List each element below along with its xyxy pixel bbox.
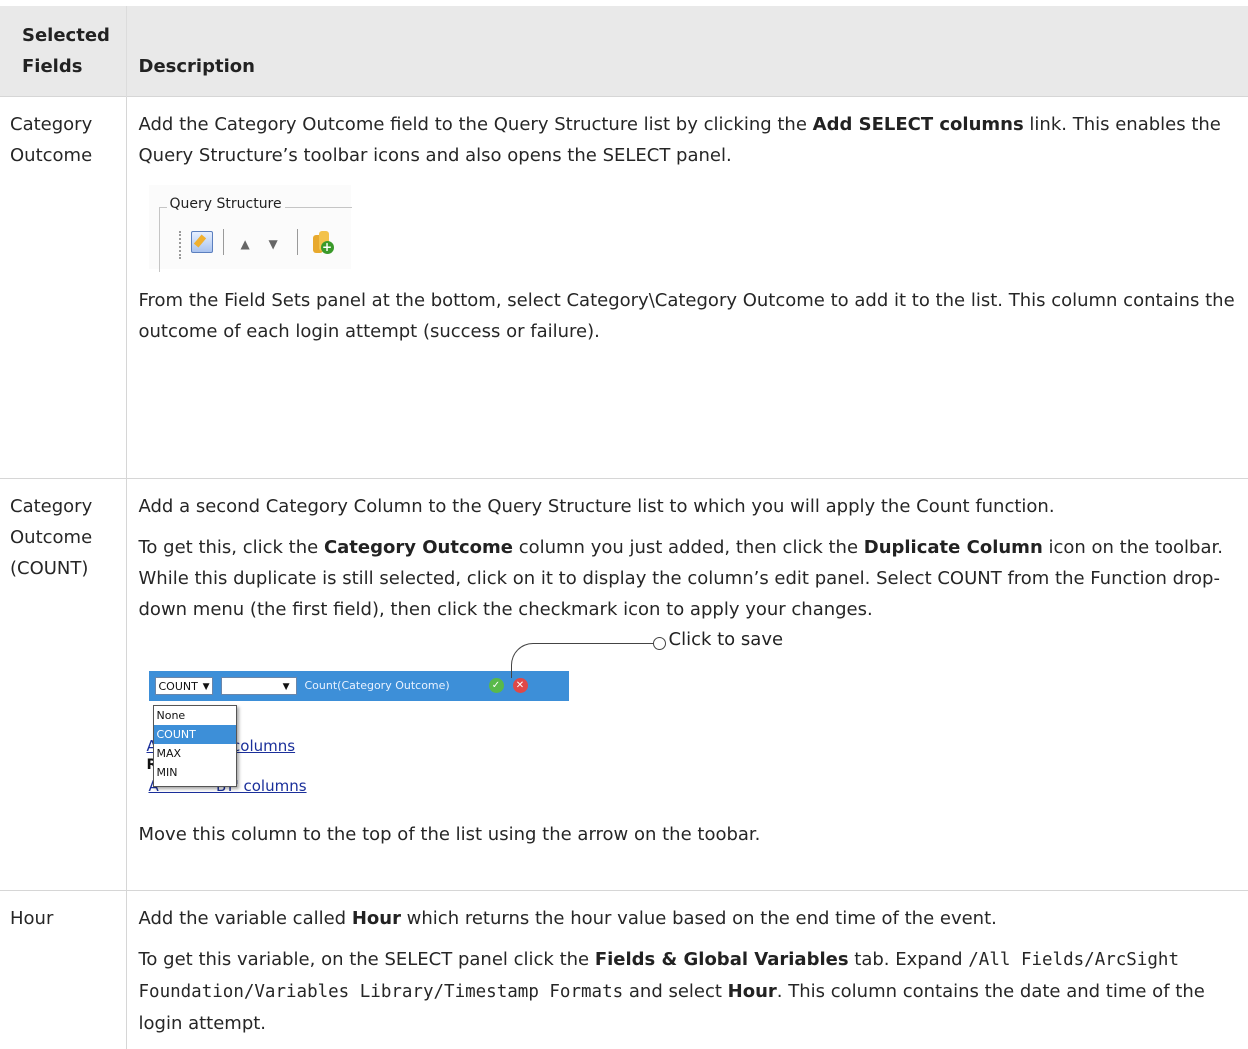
function-combo: COUNT▼ — [155, 677, 213, 695]
move-down-icon: ▼ — [269, 237, 278, 251]
move-up-icon: ▲ — [241, 237, 250, 251]
header-description: Description — [126, 6, 1248, 97]
text-span: and select — [623, 981, 728, 1002]
table-header-row: Selected Fields Description — [0, 6, 1248, 97]
count-function-screenshot: COUNT▼ ▼ Count(Category Outcome) ✓ ✕ tco… — [139, 635, 1247, 811]
toolbar-grip — [179, 231, 181, 259]
text-span: To get this variable, on the SELECT pane… — [139, 949, 595, 970]
text-span: which returns the hour value based on th… — [401, 908, 997, 929]
bold-term: Hour — [728, 981, 777, 1002]
description-paragraph: Add the Category Outcome field to the Qu… — [139, 109, 1247, 171]
field-name: Category Outcome — [0, 97, 126, 479]
description-cell: Add the variable called Hour which retur… — [126, 891, 1248, 1049]
bold-term: Fields & Global Variables — [595, 949, 849, 970]
query-structure-screenshot: Query Structure ▲ ▼ + — [149, 185, 351, 269]
description-paragraph: To get this variable, on the SELECT pane… — [139, 944, 1247, 1039]
cancel-icon: ✕ — [513, 678, 528, 693]
description-cell: Add the Category Outcome field to the Qu… — [126, 97, 1248, 479]
field-name: Hour — [0, 891, 126, 1049]
function-dropdown: None COUNT MAX MIN — [153, 705, 237, 787]
table-row: Hour Add the variable called Hour which … — [0, 891, 1248, 1049]
edit-icon — [191, 231, 213, 253]
description-cell: Add a second Category Column to the Quer… — [126, 479, 1248, 891]
bold-term: Duplicate Column — [864, 537, 1043, 558]
table-row: Category Outcome Add the Category Outcom… — [0, 97, 1248, 479]
text-span: tab. Expand — [849, 949, 969, 970]
text-span: To get this, click the — [139, 537, 324, 558]
dropdown-option: MIN — [154, 763, 236, 782]
header-selected-fields: Selected Fields — [0, 6, 126, 97]
duplicate-column-icon: + — [311, 229, 333, 255]
dropdown-option: MAX — [154, 744, 236, 763]
callout-label: Click to save — [669, 629, 784, 650]
bold-term: Hour — [352, 908, 401, 929]
description-paragraph: Add the variable called Hour which retur… — [139, 903, 1247, 934]
query-structure-title: Query Structure — [167, 195, 285, 213]
bold-term: Add SELECT columns — [813, 114, 1024, 135]
description-paragraph: From the Field Sets panel at the bottom,… — [139, 285, 1247, 347]
field-combo: ▼ — [221, 677, 297, 695]
dropdown-option: None — [154, 706, 236, 725]
fields-table: Selected Fields Description Category Out… — [0, 6, 1248, 1049]
callout-circle-icon — [653, 637, 666, 650]
count-label: Count(Category Outcome) — [305, 677, 450, 695]
description-paragraph: Move this column to the top of the list … — [139, 819, 1247, 850]
dropdown-option-selected: COUNT — [154, 725, 236, 744]
description-paragraph: To get this, click the Category Outcome … — [139, 532, 1247, 625]
text-span: Add the variable called — [139, 908, 352, 929]
toolbar-separator — [223, 229, 224, 255]
description-paragraph: Add a second Category Column to the Quer… — [139, 491, 1247, 522]
bold-term: Category Outcome — [324, 537, 513, 558]
toolbar-separator — [297, 229, 298, 255]
text-span: Add the Category Outcome field to the Qu… — [139, 114, 813, 135]
text-span: column you just added, then click the — [513, 537, 864, 558]
checkmark-icon: ✓ — [489, 678, 504, 693]
table-row: Category Outcome (COUNT) Add a second Ca… — [0, 479, 1248, 891]
field-name: Category Outcome (COUNT) — [0, 479, 126, 891]
callout-line — [511, 643, 654, 678]
